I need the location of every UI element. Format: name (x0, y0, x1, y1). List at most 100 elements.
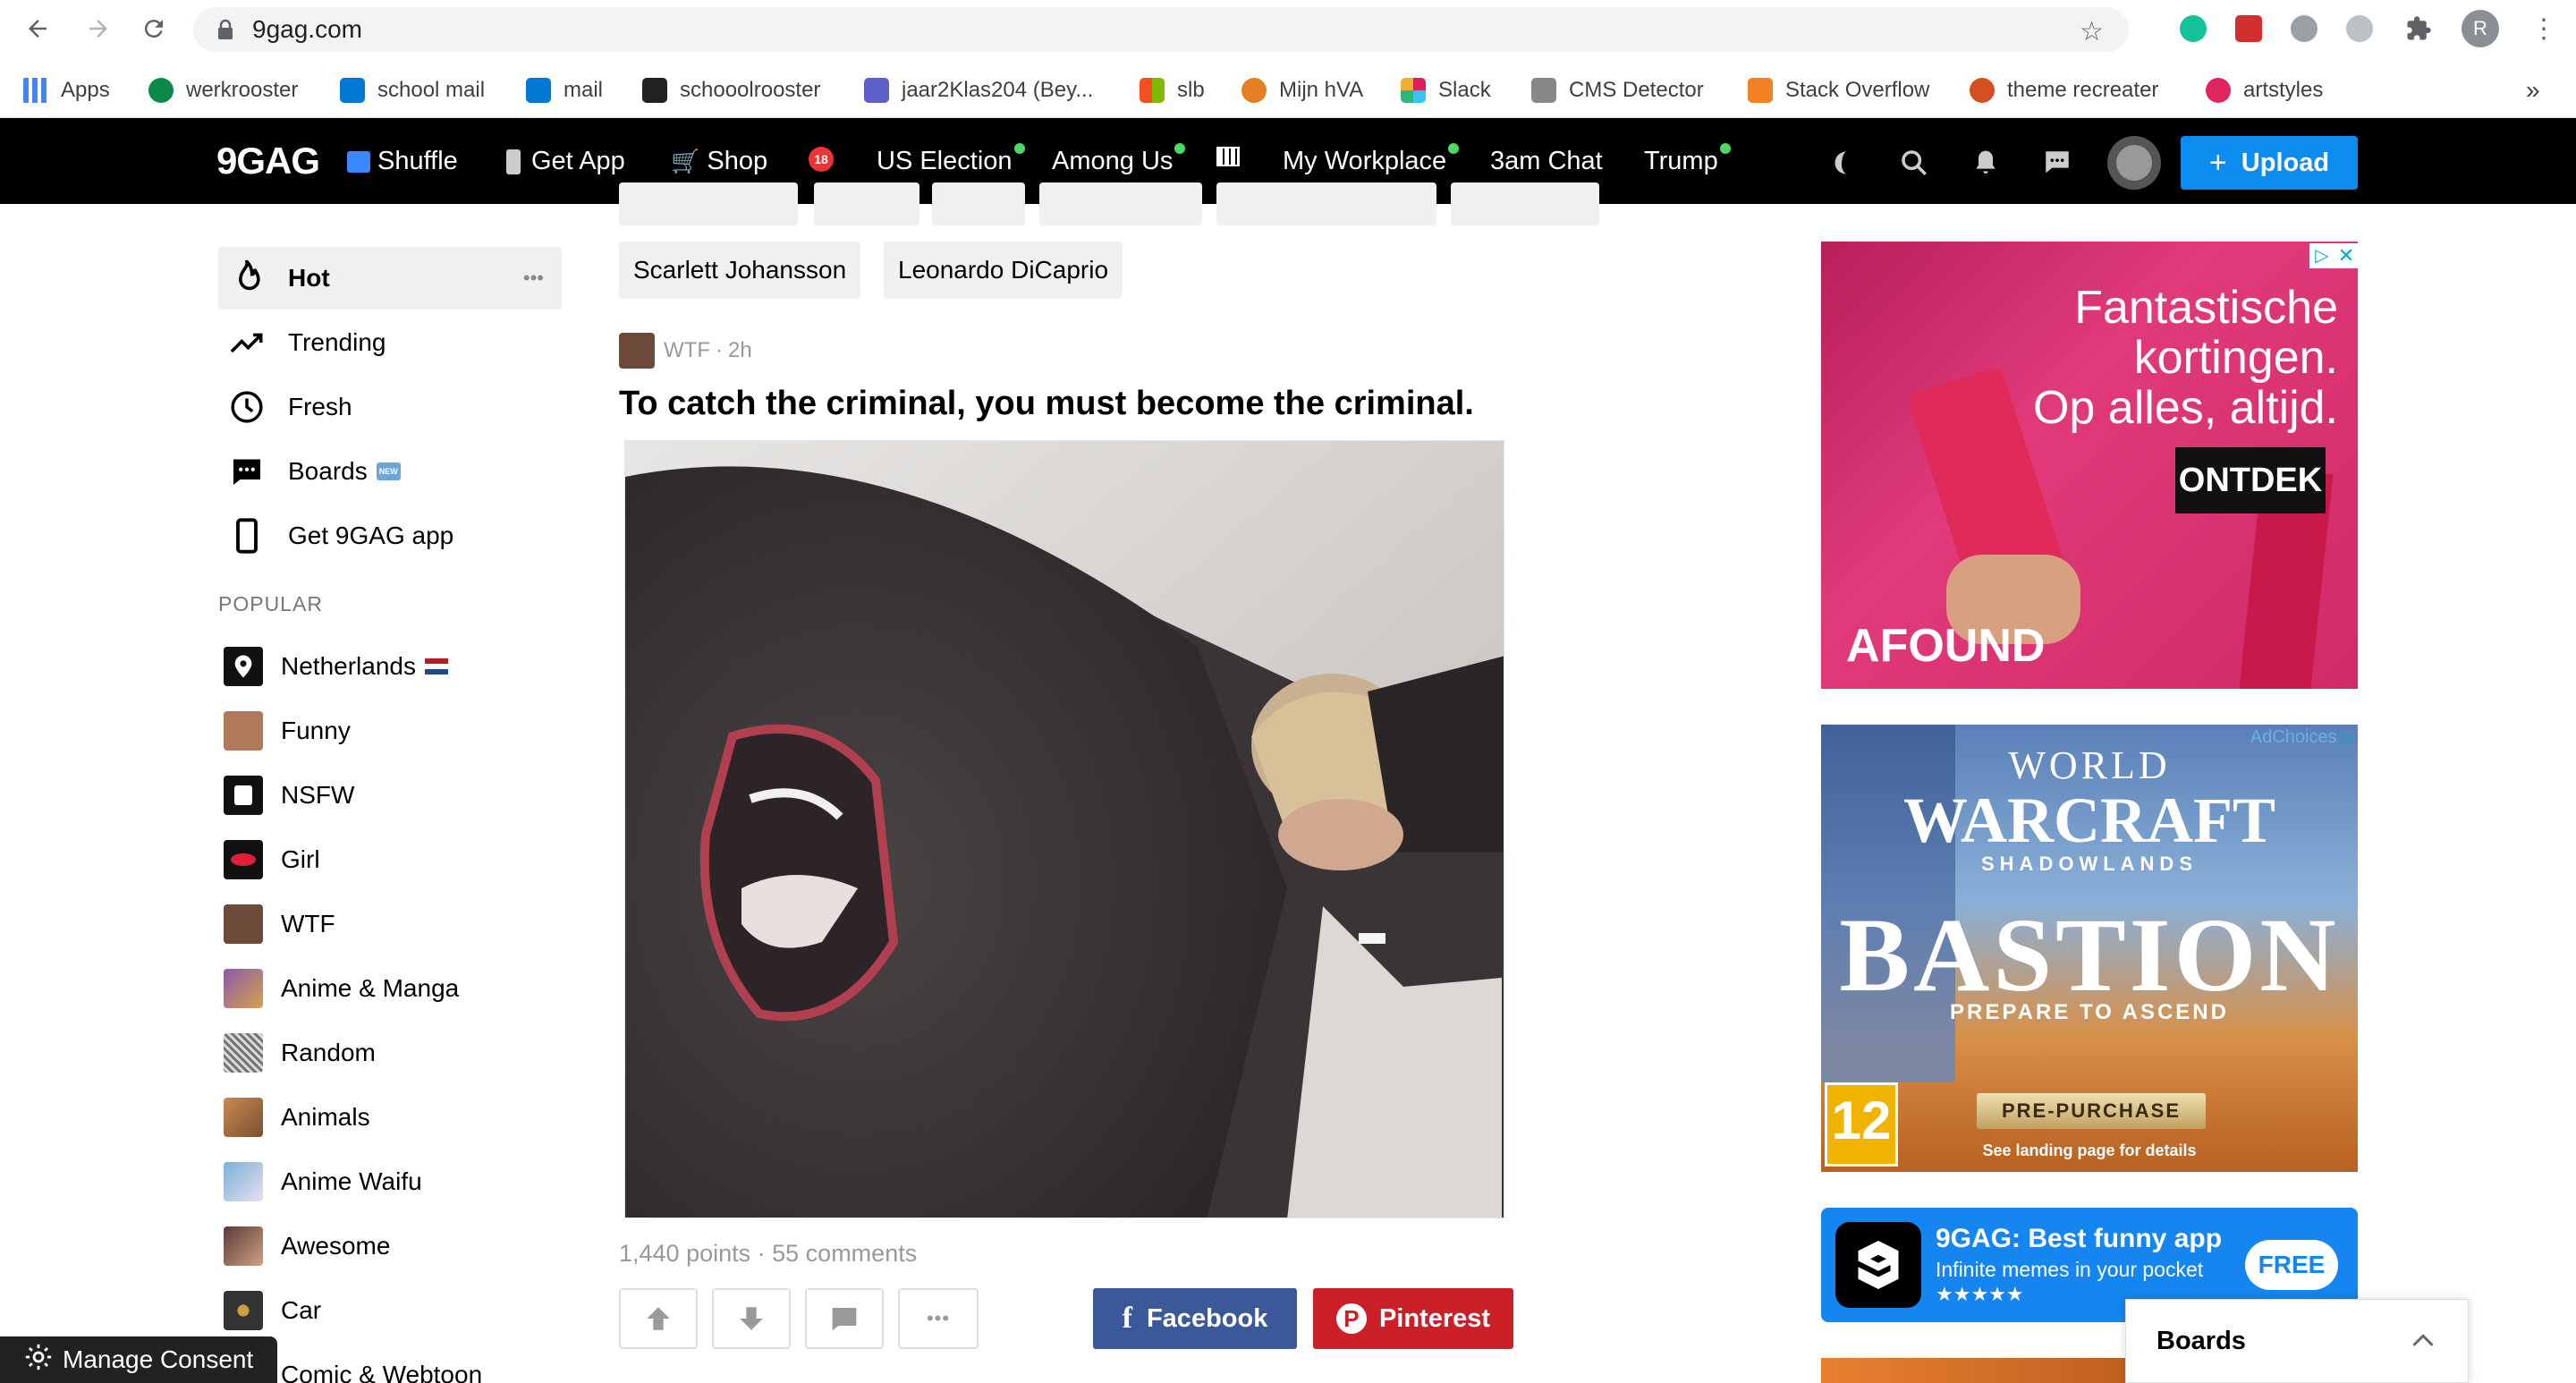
tag-leonardo-dicaprio[interactable]: Leonardo DiCaprio (884, 242, 1123, 299)
sidebar-item-random[interactable]: Random (218, 1022, 562, 1084)
post-image[interactable] (624, 440, 1504, 1218)
bookmark-apps[interactable]: Apps (23, 75, 110, 106)
sidebar-item-wtf[interactable]: WTF (218, 893, 562, 955)
pinterest-icon: P (1335, 1303, 1367, 1334)
afound-ad[interactable]: ▷ ✕ Fantastische kortingen. Op alles, al… (1821, 242, 2358, 689)
tag-chip-cut[interactable] (619, 182, 798, 225)
more-button[interactable]: ••• (898, 1288, 979, 1349)
upload-button[interactable]: + Upload (2181, 136, 2358, 190)
bookmark-label: school mail (377, 78, 486, 102)
nav-label: Trump (1644, 147, 1718, 175)
sidebar-item-nsfw[interactable]: NSFW (218, 764, 562, 827)
sidebar-item-girl[interactable]: Girl (218, 828, 562, 891)
profile-avatar[interactable]: R (2462, 10, 2499, 47)
wow-ad[interactable]: AdChoices ▷ WORLD WARCRAFT SHADOWLANDS B… (1821, 725, 2358, 1172)
points-count[interactable]: 1,440 points (619, 1240, 750, 1267)
more-bookmarks-button[interactable]: » (2526, 75, 2540, 106)
upvote-button[interactable] (619, 1288, 698, 1349)
nav-nsfw-18[interactable]: 18 (809, 147, 834, 172)
tag-chip-cut[interactable] (932, 182, 1025, 225)
bookmark-mijn-hva[interactable]: Mijn hVA (1241, 75, 1363, 106)
search-icon[interactable] (1896, 145, 1932, 181)
pinterest-share-button[interactable]: P Pinterest (1313, 1288, 1513, 1349)
tag-label: Leonardo DiCaprio (898, 256, 1109, 284)
post-title[interactable]: To catch the criminal, you must become t… (619, 385, 1474, 423)
nav-among-us[interactable]: Among Us (1052, 143, 1186, 176)
live-dot (1719, 143, 1731, 154)
extension-red-icon[interactable] (2233, 13, 2265, 45)
nav-get-app[interactable]: Get App (506, 147, 625, 176)
ad-cta-button[interactable]: ONTDEK (2175, 447, 2326, 513)
chat-icon[interactable] (2039, 145, 2075, 181)
tag-chip-cut[interactable] (1216, 182, 1436, 225)
bookmark-stack-overflow[interactable]: Stack Overflow (1748, 75, 1929, 106)
bookmark-schooolrooster[interactable]: schooolrooster (642, 75, 820, 106)
boards-popup[interactable]: Boards (2125, 1299, 2469, 1383)
downvote-button[interactable] (712, 1288, 791, 1349)
live-dot (1174, 143, 1186, 154)
bookmark-theme-recreater[interactable]: theme recreater (1970, 75, 2158, 106)
post-section[interactable]: WTF (664, 338, 710, 363)
forward-button[interactable] (80, 11, 116, 47)
nav-us-election[interactable]: US Election (877, 143, 1025, 176)
prepurchase-button[interactable]: PRE-PURCHASE (1977, 1093, 2206, 1129)
nav-piano[interactable] (1216, 147, 1240, 166)
nav-trump[interactable]: Trump (1644, 143, 1731, 176)
nav-shuffle[interactable]: Shuffle (347, 147, 458, 176)
sidebar-item-car[interactable]: Car (218, 1279, 562, 1342)
extension-chat-icon[interactable] (2288, 13, 2320, 45)
sidebar-item-get-app[interactable]: Get 9GAG app (218, 505, 562, 567)
sidebar-item-anime-waifu[interactable]: Anime Waifu (218, 1150, 562, 1213)
sidebar-item-anime-manga[interactable]: Anime & Manga (218, 957, 562, 1020)
bookmark-werkrooster[interactable]: werkrooster (148, 75, 298, 106)
bookmark-teams[interactable]: jaar2Klas204 (Bey... (864, 75, 1093, 106)
sidebar-item-funny[interactable]: Funny (218, 700, 562, 762)
ad-cta-label: ONTDEK (2178, 461, 2323, 499)
facebook-share-button[interactable]: f Facebook (1093, 1288, 1297, 1349)
free-label: FREE (2258, 1251, 2326, 1278)
nav-shop[interactable]: 🛒 Shop (671, 147, 767, 176)
sidebar-item-netherlands[interactable]: Netherlands (218, 635, 562, 698)
grammarly-icon[interactable] (2177, 13, 2209, 45)
ad-headline: Fantastische kortingen. Op alles, altijd… (2033, 283, 2338, 433)
sidebar-item-hot[interactable]: Hot ••• (218, 247, 562, 310)
extension-gear-icon[interactable] (2343, 13, 2376, 45)
star-icon[interactable]: ☆ (2080, 16, 2104, 47)
tag-chip-cut[interactable] (1039, 182, 1202, 225)
nav-3am-chat[interactable]: 3am Chat (1490, 147, 1603, 176)
sidebar-item-awesome[interactable]: Awesome (218, 1215, 562, 1277)
sidebar-item-boards[interactable]: Boards NEW (218, 440, 562, 503)
comments-count[interactable]: 55 comments (772, 1240, 917, 1267)
chevron-up-icon[interactable] (2411, 1327, 2436, 1356)
tag-chip-cut[interactable] (814, 182, 919, 225)
more-options-button[interactable]: ••• (523, 267, 544, 290)
address-bar[interactable]: 9gag.com ☆ (193, 7, 2129, 52)
sidebar-item-trending[interactable]: Trending (218, 311, 562, 374)
adchoices-icon[interactable]: ▷ (2309, 243, 2334, 268)
user-avatar[interactable] (2107, 136, 2161, 190)
bookmark-slack[interactable]: Slack (1401, 75, 1491, 106)
9gag-logo[interactable]: 9GAG (216, 140, 320, 182)
reload-button[interactable] (136, 11, 172, 47)
manage-consent-button[interactable]: Manage Consent (0, 1336, 277, 1383)
comment-button[interactable] (805, 1288, 884, 1349)
menu-dots-icon[interactable]: ⋮ (2528, 13, 2560, 45)
sidebar-item-animals[interactable]: Animals (218, 1086, 562, 1149)
bookmark-slb[interactable]: slb (1140, 75, 1205, 106)
ad-close-icon[interactable]: ✕ (2334, 243, 2358, 268)
free-button[interactable]: FREE (2245, 1240, 2338, 1290)
bookmark-cms-detector[interactable]: CMS Detector (1531, 75, 1704, 106)
tag-scarlett-johansson[interactable]: Scarlett Johansson (619, 242, 861, 299)
bookmark-school-mail[interactable]: school mail (340, 75, 485, 106)
bookmark-artstyles[interactable]: artstyles (2206, 75, 2323, 106)
wow-world: WORLD (2008, 743, 2171, 787)
nav-my-workplace[interactable]: My Workplace (1283, 143, 1460, 176)
bell-icon[interactable] (1968, 145, 2004, 181)
section-avatar[interactable] (619, 333, 655, 369)
sidebar-item-fresh[interactable]: Fresh (218, 376, 562, 438)
dark-mode-icon[interactable] (1828, 145, 1864, 181)
tag-chip-cut[interactable] (1451, 182, 1599, 225)
back-button[interactable] (20, 11, 55, 47)
puzzle-icon[interactable] (2402, 13, 2435, 45)
bookmark-mail[interactable]: mail (526, 75, 603, 106)
